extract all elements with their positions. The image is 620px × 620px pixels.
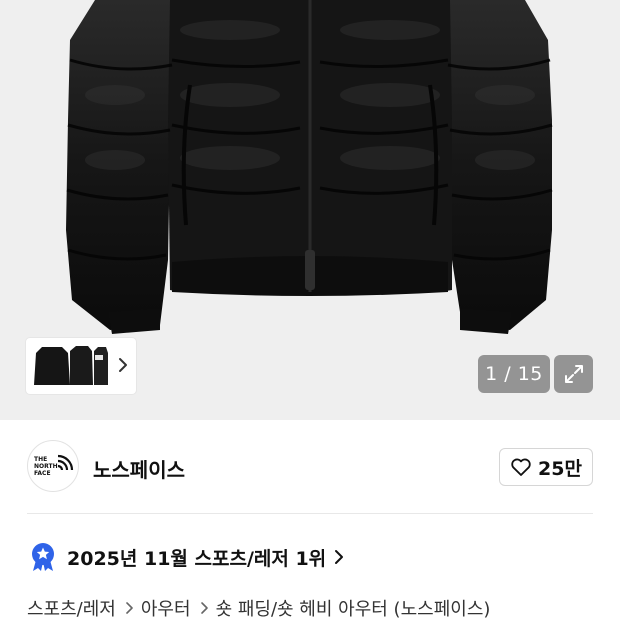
image-counter: 1 / 15 — [478, 355, 550, 393]
brand-name[interactable]: 노스페이스 — [93, 454, 185, 483]
breadcrumb: 스포츠/레저 아우터 숏 패딩/숏 헤비 아우터 (노스페이스) — [27, 594, 490, 620]
product-image-gallery[interactable]: 1 / 15 — [0, 0, 620, 420]
brand-logo[interactable]: THE NORTH FACE — [27, 440, 79, 492]
ranking-badge-icon — [32, 543, 54, 571]
breadcrumb-item[interactable]: 숏 패딩/숏 헤비 아우터 (노스페이스) — [216, 595, 491, 620]
the-north-face-logo: THE NORTH FACE — [34, 454, 74, 477]
like-button[interactable]: 25만 — [499, 448, 593, 486]
brand-row: THE NORTH FACE 노스페이스 25만 — [0, 440, 620, 496]
svg-text:FACE: FACE — [34, 470, 51, 477]
ranking-link[interactable]: 2025년 11월 스포츠/레저 1위 — [30, 542, 344, 572]
chevron-right-icon — [200, 601, 209, 615]
expand-icon — [564, 365, 583, 383]
chevron-right-icon[interactable] — [118, 357, 128, 373]
breadcrumb-item[interactable]: 스포츠/레저 — [27, 595, 116, 620]
heart-icon — [511, 458, 531, 476]
breadcrumb-item[interactable]: 아우터 — [141, 595, 191, 620]
ranking-text: 2025년 11월 스포츠/레저 1위 — [67, 547, 327, 570]
divider — [27, 513, 593, 514]
expand-button[interactable] — [554, 355, 593, 393]
thumbnail-image[interactable] — [30, 341, 110, 391]
chevron-right-icon — [335, 550, 344, 564]
svg-text:NORTH: NORTH — [34, 463, 58, 470]
thumbnail-strip[interactable] — [26, 338, 136, 394]
chevron-right-icon — [125, 601, 134, 615]
svg-text:THE: THE — [34, 456, 47, 463]
like-count: 25만 — [538, 457, 582, 480]
